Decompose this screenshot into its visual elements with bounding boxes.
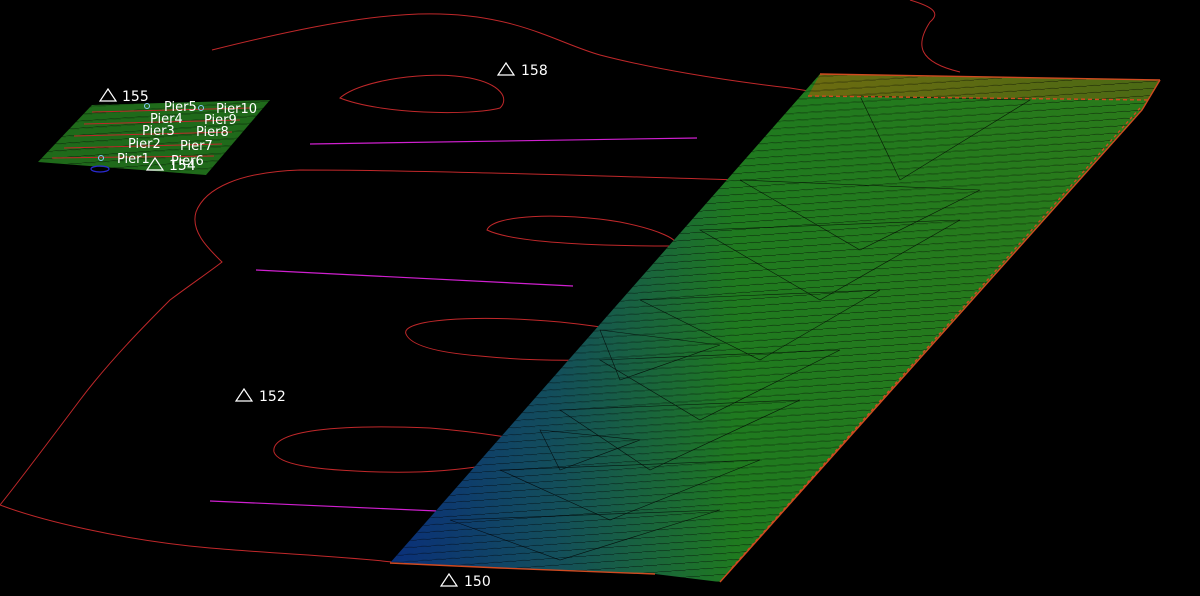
elevation-label: 158 xyxy=(521,63,548,79)
contour-bottom xyxy=(0,504,393,563)
elevation-label: 154 xyxy=(169,158,196,174)
pier-label: Pier2 xyxy=(128,137,161,152)
pier-label: Pier8 xyxy=(196,125,229,140)
elevation-marker-155[interactable]: 155 xyxy=(98,87,149,105)
contour-loop-2 xyxy=(486,215,677,247)
guide-line-3 xyxy=(209,500,461,513)
elevation-label: 150 xyxy=(464,574,491,590)
pier-label: Pier7 xyxy=(180,139,213,154)
pier-label: Pier1 xyxy=(117,152,150,167)
guide-line-1 xyxy=(309,137,698,145)
triangle-icon xyxy=(98,87,118,102)
triangle-icon xyxy=(234,387,254,402)
elevation-marker-158[interactable]: 158 xyxy=(496,61,548,79)
drawing-canvas[interactable]: Pier5 Pier10 Pier4 Pier9 Pier3 Pier8 Pie… xyxy=(0,0,1200,596)
elevation-marker-150[interactable]: 150 xyxy=(439,572,491,590)
guide-line-2 xyxy=(255,269,574,287)
contour-top-right xyxy=(909,0,961,73)
contour-loop-1 xyxy=(339,74,505,114)
pier-surface[interactable]: Pier5 Pier10 Pier4 Pier9 Pier3 Pier8 Pie… xyxy=(38,100,270,175)
triangle-icon xyxy=(496,61,516,76)
elevation-label: 152 xyxy=(259,389,286,405)
elevation-label: 155 xyxy=(122,89,149,105)
triangle-icon xyxy=(439,572,459,587)
surface-body-lines xyxy=(390,74,1160,582)
elevation-marker-152[interactable]: 152 xyxy=(234,387,286,405)
contour-top xyxy=(211,13,816,93)
cad-viewport[interactable]: Pier5 Pier10 Pier4 Pier9 Pier3 Pier8 Pie… xyxy=(0,0,1200,596)
tin-surface[interactable] xyxy=(389,73,1161,583)
pier-blue-marker xyxy=(90,165,110,173)
